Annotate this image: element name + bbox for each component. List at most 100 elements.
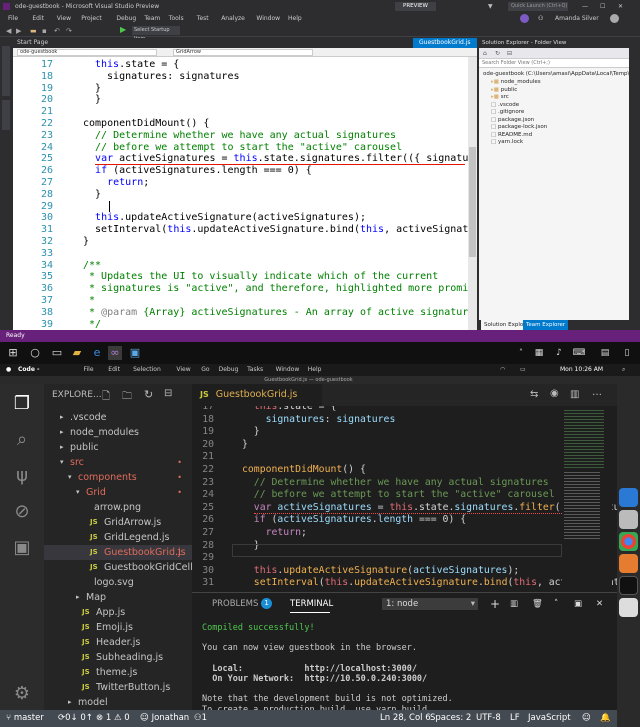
mac-menu-item[interactable]: Go <box>201 364 209 376</box>
settings-gear-icon[interactable]: ⚙ <box>10 682 34 706</box>
finder-dock-icon[interactable] <box>619 510 638 529</box>
edge-browser-icon[interactable]: e <box>90 346 104 360</box>
mac-menu-item[interactable]: File <box>84 364 94 376</box>
mac-menu-item[interactable]: Selection <box>133 364 161 376</box>
undo-icon[interactable]: ↶ <box>54 27 60 35</box>
split-editor-icon[interactable]: ▥ <box>570 389 579 400</box>
tab-guestbookgrid[interactable]: GuestbookGrid.js <box>413 38 477 48</box>
collapse-icon[interactable]: ⊟ <box>507 50 512 57</box>
solution-explorer-item[interactable]: □ .vscode <box>491 102 519 109</box>
vs-menu-item[interactable]: Edit <box>32 13 44 24</box>
task-view-icon[interactable]: ▭ <box>50 346 64 360</box>
mac-menu-item[interactable]: Help <box>308 364 322 376</box>
mac-menu-item[interactable]: Edit <box>108 364 120 376</box>
home-icon[interactable]: ⌂ <box>483 50 487 57</box>
terminal-select[interactable]: 1: node ▾ <box>382 598 478 610</box>
new-file-icon[interactable]: 🗋 <box>102 389 110 406</box>
code-line[interactable]: 27 return; <box>192 527 562 540</box>
indentation[interactable]: Spaces: 2 <box>430 710 471 727</box>
apple-icon[interactable]: ● <box>6 364 11 376</box>
vs-menu-item[interactable]: View <box>57 13 71 24</box>
explorer-tree-item[interactable]: ▸ public <box>44 440 192 455</box>
code-line[interactable]: 17 this.state = { <box>13 59 473 71</box>
explorer-tree-item[interactable]: ▾ Grid • <box>44 485 192 500</box>
more-actions-icon[interactable]: … <box>592 387 602 398</box>
scrollbar-thumb[interactable] <box>469 147 476 257</box>
tab-start-page[interactable]: Start Page <box>17 38 48 48</box>
refresh-icon[interactable]: ↻ <box>144 388 153 401</box>
code-line[interactable]: 26 if (activeSignatures.length === 0) { <box>192 514 562 527</box>
debug-icon[interactable]: ⊘ <box>10 500 34 524</box>
tab-problems[interactable]: PROBLEMS 1 <box>212 593 273 615</box>
code-line[interactable]: 39 */ <box>13 319 473 330</box>
network-icon[interactable]: ▦ <box>532 346 546 360</box>
filter-icon[interactable]: ▼ <box>488 0 493 13</box>
explorer-tree-item[interactable]: JS Subheading.js <box>44 650 192 665</box>
mac-clock[interactable]: Mon 10:26 AM <box>560 364 603 376</box>
terminal-dock-icon[interactable] <box>619 576 638 595</box>
code-line[interactable]: 21 <box>192 451 562 464</box>
vs-menu-item[interactable]: Debug <box>116 13 136 24</box>
code-line[interactable]: 19} <box>13 83 473 95</box>
tab-team-explorer[interactable]: Team Explorer <box>523 320 569 330</box>
explorer-tree-item[interactable]: ▸ Map <box>44 590 192 605</box>
explorer-tree-item[interactable]: JS GuestbookGridCell.js <box>44 560 192 575</box>
vscode-code-editor[interactable]: 17 this.state = {18 signatures: signatur… <box>192 406 617 592</box>
code-line[interactable]: 30 this.updateActiveSignature(activeSign… <box>192 565 562 578</box>
explorer-tree-item[interactable]: JS theme.js <box>44 665 192 680</box>
file-explorer-icon[interactable]: ▰ <box>70 346 84 360</box>
user-name[interactable]: Amanda Silver <box>555 13 599 24</box>
code-line[interactable]: 24 // before we attempt to start the "ac… <box>13 142 473 154</box>
code-line[interactable]: 32} <box>13 236 473 248</box>
feedback-icon[interactable]: ☺ <box>582 710 591 727</box>
quick-launch-input[interactable]: Quick Launch (Ctrl+Q) <box>508 2 568 11</box>
collapse-all-icon[interactable]: ⊟ <box>164 388 172 399</box>
solution-explorer-item[interactable]: □ package-lock.json <box>491 124 547 131</box>
toolbox-tab[interactable] <box>2 100 10 130</box>
explorer-icon[interactable]: ❐ <box>10 392 34 416</box>
explorer-tree-item[interactable]: ▸ model <box>44 695 192 710</box>
visual-studio-icon[interactable]: ∞ <box>108 346 122 360</box>
server-explorer-tab[interactable] <box>2 46 10 96</box>
redo-icon[interactable]: ↷ <box>66 27 72 35</box>
explorer-tree-item[interactable]: ▸ .vscode <box>44 410 192 425</box>
split-terminal-icon[interactable]: ▥ <box>510 593 518 615</box>
code-line[interactable]: 35 * Updates the UI to visually indicate… <box>13 271 473 283</box>
explorer-tree-item[interactable]: ▾ components • <box>44 470 192 485</box>
maximize-button[interactable]: ☐ <box>600 0 605 13</box>
line-endings[interactable]: LF <box>510 710 520 727</box>
toggle-icon[interactable]: ◉ <box>550 388 559 399</box>
code-line[interactable]: 37 * <box>13 295 473 307</box>
sync-indicator[interactable]: ⟳0↓ 0↑ <box>58 710 93 727</box>
mac-menu-item[interactable]: View <box>176 364 190 376</box>
solution-explorer-item[interactable]: ▸■ node_modules <box>491 79 541 86</box>
mac-menu-item[interactable]: Tasks <box>247 364 263 376</box>
search-icon[interactable]: ⌕ <box>10 428 34 452</box>
open-folder-icon[interactable]: ▬ <box>30 27 37 35</box>
explorer-tree-item[interactable]: arrow.png <box>44 500 192 515</box>
live-share-icon[interactable] <box>520 14 529 23</box>
show-desktop-button[interactable]: ▯ <box>620 346 634 360</box>
explorer-tree-item[interactable]: JS GridArrow.js <box>44 515 192 530</box>
code-line[interactable]: 31 setInterval(this.updateActiveSignatur… <box>192 577 617 590</box>
save-icon[interactable]: ▪ <box>42 27 47 35</box>
code-line[interactable]: 21 <box>13 106 473 118</box>
explorer-tree-item[interactable]: ▸ node_modules <box>44 425 192 440</box>
vs-menu-item[interactable]: File <box>8 13 18 24</box>
code-line[interactable]: 26 if (activeSignatures.length === 0) { <box>13 165 473 177</box>
problems-indicator[interactable]: ⊗ 1 ⚠ 0 <box>96 710 130 727</box>
code-line[interactable]: 18 signatures: signatures <box>192 414 562 427</box>
explorer-tree-item[interactable]: logo.svg <box>44 575 192 590</box>
cortana-icon[interactable]: ○ <box>28 346 42 360</box>
vs-menu-item[interactable]: Help <box>288 13 302 24</box>
forward-icon[interactable]: ▶ <box>16 27 21 35</box>
app-icon[interactable]: ▣ <box>128 346 142 360</box>
code-line[interactable]: 28 } <box>13 189 473 201</box>
refresh-icon[interactable]: ↻ <box>495 50 500 57</box>
project-dropdown[interactable]: ode-guestbook <box>17 49 157 56</box>
battery-icon[interactable]: ▭ <box>520 364 526 376</box>
volume-icon[interactable]: ♪ <box>552 346 566 360</box>
minimap[interactable] <box>562 406 612 592</box>
solution-explorer-item[interactable]: □ yarn.lock <box>491 139 523 146</box>
close-button[interactable]: ✕ <box>618 0 623 13</box>
